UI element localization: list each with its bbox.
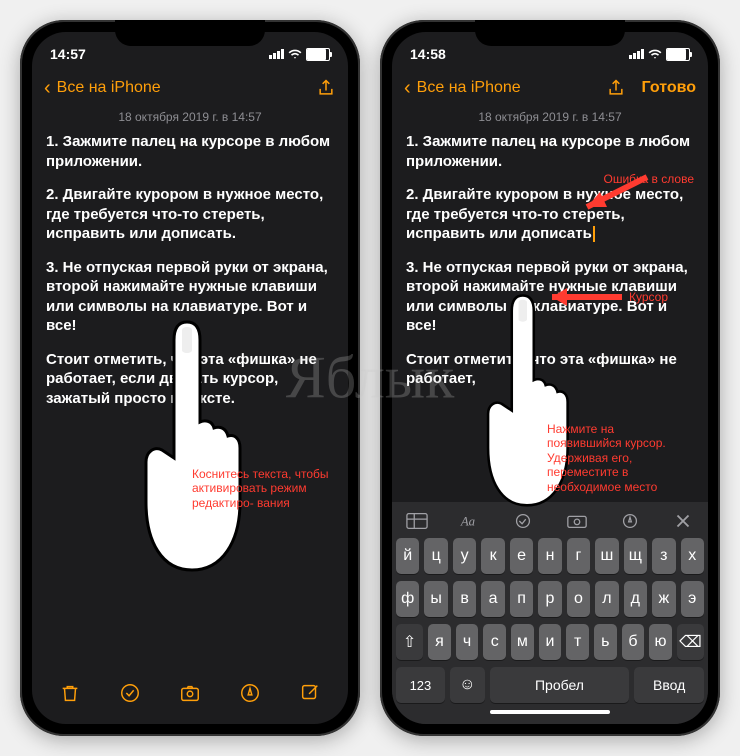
shift-key[interactable]: ⇧ xyxy=(396,624,423,660)
keyboard-row: йцукенгшщзх xyxy=(396,538,704,574)
key-н[interactable]: н xyxy=(538,538,561,574)
key-ю[interactable]: ю xyxy=(649,624,672,660)
back-button[interactable]: Все на iPhone xyxy=(417,79,600,97)
annotation-text: Ошибка в слове xyxy=(604,172,695,186)
key-ф[interactable]: ф xyxy=(396,581,419,617)
key-х[interactable]: х xyxy=(681,538,704,574)
note-timestamp: 18 октября 2019 г. в 14:57 xyxy=(392,108,708,132)
note-paragraph: 1. Зажмите палец на курсоре в любом прил… xyxy=(46,132,334,171)
svg-text:Aa: Aa xyxy=(460,515,475,529)
key-р[interactable]: р xyxy=(538,581,561,617)
key-ж[interactable]: ж xyxy=(652,581,675,617)
text-cursor[interactable] xyxy=(593,226,595,242)
key-з[interactable]: з xyxy=(652,538,675,574)
delete-key[interactable]: ⌫ xyxy=(677,624,704,660)
close-kb-icon[interactable] xyxy=(672,512,694,530)
battery-icon xyxy=(666,48,690,61)
screen-left: 14:57 ‹ Все на iPhone 18 октября 2019 г.… xyxy=(32,32,348,724)
bottom-toolbar xyxy=(32,670,348,724)
key-м[interactable]: м xyxy=(511,624,534,660)
key-т[interactable]: т xyxy=(566,624,589,660)
keyboard-row: ⇧ ячсмитьбю ⌫ xyxy=(396,624,704,660)
checklist-icon[interactable] xyxy=(119,682,141,704)
signal-icon xyxy=(269,49,284,59)
annotation-text: Курсор xyxy=(629,290,668,304)
key-я[interactable]: я xyxy=(428,624,451,660)
phone-left: 14:57 ‹ Все на iPhone 18 октября 2019 г.… xyxy=(20,20,360,736)
status-time: 14:58 xyxy=(410,46,446,62)
note-paragraph: 2. Двигайте курором в нужное место, где … xyxy=(46,185,334,244)
back-button[interactable]: Все на iPhone xyxy=(57,79,310,97)
checklist-kb-icon[interactable] xyxy=(512,512,534,530)
notch xyxy=(115,20,265,46)
enter-key[interactable]: Ввод xyxy=(634,667,704,703)
key-а[interactable]: а xyxy=(481,581,504,617)
screen-right: 14:58 ‹ Все на iPhone Готово 18 октября … xyxy=(392,32,708,724)
annotation-text: Нажмите на появившийся курсор. Удерживая… xyxy=(547,422,687,494)
key-щ[interactable]: щ xyxy=(624,538,647,574)
key-с[interactable]: с xyxy=(483,624,506,660)
wifi-icon xyxy=(648,47,662,61)
notch xyxy=(475,20,625,46)
camera-kb-icon[interactable] xyxy=(566,512,588,530)
note-paragraph: Стоит отметить, что эта «фишка» не работ… xyxy=(406,350,694,389)
wifi-icon xyxy=(288,47,302,61)
key-к[interactable]: к xyxy=(481,538,504,574)
key-д[interactable]: д xyxy=(624,581,647,617)
key-ш[interactable]: ш xyxy=(595,538,618,574)
note-timestamp: 18 октября 2019 г. в 14:57 xyxy=(32,108,348,132)
key-ч[interactable]: ч xyxy=(456,624,479,660)
key-й[interactable]: й xyxy=(396,538,419,574)
table-icon[interactable] xyxy=(406,512,428,530)
compose-icon[interactable] xyxy=(299,682,321,704)
status-indicators xyxy=(629,47,690,61)
nav-bar: ‹ Все на iPhone xyxy=(32,72,348,108)
key-э[interactable]: э xyxy=(681,581,704,617)
phone-right: 14:58 ‹ Все на iPhone Готово 18 октября … xyxy=(380,20,720,736)
key-ц[interactable]: ц xyxy=(424,538,447,574)
share-icon[interactable] xyxy=(316,76,336,100)
space-key[interactable]: Пробел xyxy=(490,667,630,703)
keyboard-row: 123 ☺ Пробел Ввод xyxy=(396,667,704,703)
note-content[interactable]: 1. Зажмите палец на курсоре в любом прил… xyxy=(32,132,348,670)
key-у[interactable]: у xyxy=(453,538,476,574)
key-п[interactable]: п xyxy=(510,581,533,617)
arrow-icon xyxy=(572,152,652,222)
annotation-text: Коснитесь текста, чтобы активировать реж… xyxy=(192,467,332,510)
key-л[interactable]: л xyxy=(595,581,618,617)
done-button[interactable]: Готово xyxy=(642,79,696,97)
back-chevron-icon[interactable]: ‹ xyxy=(44,77,51,100)
keyboard-toolbar: Aa xyxy=(396,508,704,538)
emoji-key[interactable]: ☺ xyxy=(450,667,485,703)
nav-bar: ‹ Все на iPhone Готово xyxy=(392,72,708,108)
key-е[interactable]: е xyxy=(510,538,533,574)
back-chevron-icon[interactable]: ‹ xyxy=(404,77,411,100)
status-time: 14:57 xyxy=(50,46,86,62)
key-ы[interactable]: ы xyxy=(424,581,447,617)
keyboard-row: фывапролджэ xyxy=(396,581,704,617)
status-indicators xyxy=(269,47,330,61)
key-о[interactable]: о xyxy=(567,581,590,617)
note-paragraph: Стоит отметить, что эта «фишка» не работ… xyxy=(46,350,334,409)
numbers-key[interactable]: 123 xyxy=(396,667,445,703)
signal-icon xyxy=(629,49,644,59)
draw-kb-icon[interactable] xyxy=(619,512,641,530)
camera-icon[interactable] xyxy=(179,682,201,704)
key-в[interactable]: в xyxy=(453,581,476,617)
key-и[interactable]: и xyxy=(539,624,562,660)
arrow-icon xyxy=(537,282,627,312)
keyboard: Aa йцукенгшщзх фывапролджэ ⇧ ячсмитьбю ⌫… xyxy=(392,502,708,724)
battery-icon xyxy=(306,48,330,61)
format-icon[interactable]: Aa xyxy=(459,512,481,530)
key-г[interactable]: г xyxy=(567,538,590,574)
key-ь[interactable]: ь xyxy=(594,624,617,660)
note-paragraph: 3. Не отпуская первой руки от экрана, вт… xyxy=(46,258,334,336)
share-icon[interactable] xyxy=(606,76,626,100)
draw-icon[interactable] xyxy=(239,682,261,704)
home-indicator[interactable] xyxy=(490,710,610,714)
key-б[interactable]: б xyxy=(622,624,645,660)
trash-icon[interactable] xyxy=(59,682,81,704)
